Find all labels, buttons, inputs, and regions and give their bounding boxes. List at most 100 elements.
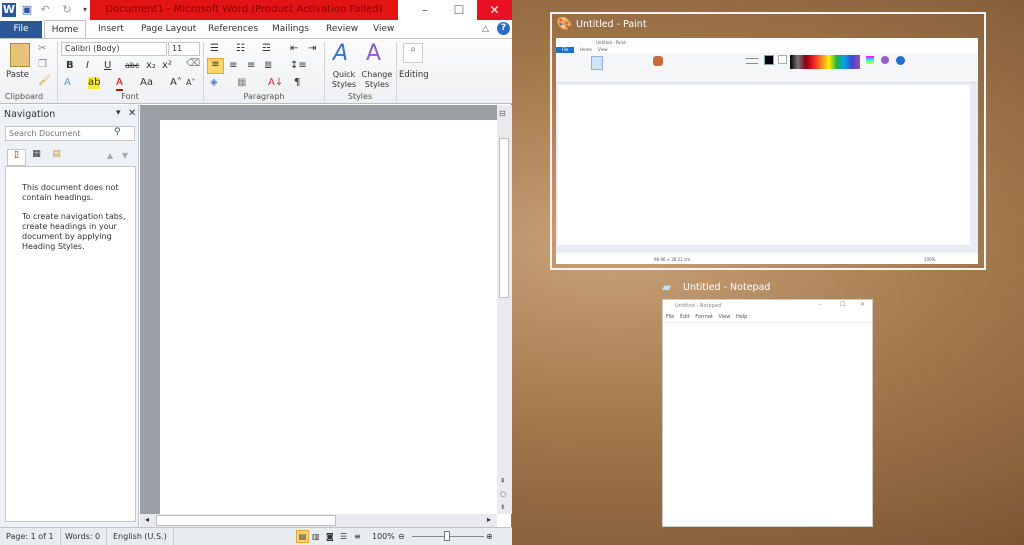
search-icon[interactable]: ⚲ — [114, 127, 121, 137]
paint3d-icon[interactable] — [881, 56, 889, 64]
save-icon[interactable]: ▣ — [20, 3, 34, 17]
tab-page-layout[interactable]: Page Layout — [141, 20, 196, 39]
notepad-menu-file[interactable]: File — [666, 314, 674, 320]
editing-button[interactable]: Editing — [399, 69, 429, 81]
draft-icon[interactable]: ≡ — [354, 528, 361, 545]
clear-formatting-icon[interactable]: ⌫ — [186, 58, 200, 70]
browse-object-icons[interactable]: ⇞ ○ ⇟ — [500, 475, 506, 514]
cut-icon[interactable]: ✂ — [38, 43, 46, 55]
undo-icon[interactable]: ↶ — [38, 3, 52, 17]
vertical-scrollbar[interactable]: ⊟ ⇞ ○ ⇟ — [497, 105, 512, 514]
find-icon[interactable]: ⌕ — [403, 43, 423, 63]
outline-icon[interactable]: ☰ — [340, 528, 347, 545]
notepad-text-area[interactable] — [663, 322, 872, 526]
horizontal-scrollbar[interactable]: ◂ ▸ — [140, 514, 497, 527]
ruler-toggle-icon[interactable]: ⊟ — [499, 109, 506, 118]
page-count[interactable]: Page: 1 of 1 — [0, 528, 61, 545]
paint-color2-swatch[interactable] — [778, 55, 787, 64]
paint-tab-view[interactable]: View — [598, 47, 608, 52]
word-count[interactable]: Words: 0 — [59, 528, 108, 545]
previous-heading-icon[interactable]: ▲ — [107, 151, 113, 160]
notepad-maximize[interactable]: ☐ — [840, 301, 845, 308]
zoom-out-icon[interactable]: ⊖ — [398, 528, 405, 545]
grow-font-icon[interactable]: A˄ — [170, 77, 182, 89]
font-color-icon[interactable]: A — [116, 77, 123, 91]
font-size-box[interactable]: 11 — [168, 42, 200, 56]
zoom-in-icon[interactable]: ⊕ — [486, 528, 493, 545]
strikethrough-button[interactable]: abc — [125, 60, 139, 72]
change-styles-button[interactable]: Change Styles — [361, 70, 393, 90]
scroll-right-icon[interactable]: ▸ — [487, 515, 491, 524]
tab-view[interactable]: View — [373, 20, 394, 39]
superscript-button[interactable]: x² — [162, 60, 172, 72]
horizontal-scroll-thumb[interactable] — [156, 515, 336, 526]
bullets-icon[interactable]: ☰ — [210, 43, 219, 55]
notepad-menu-edit[interactable]: Edit — [680, 314, 690, 320]
zoom-slider-thumb[interactable] — [444, 531, 450, 541]
align-left-button[interactable]: ≡ — [207, 58, 224, 74]
tab-file[interactable]: File — [0, 21, 42, 38]
copy-icon[interactable]: ❐ — [38, 59, 47, 71]
notepad-minimize[interactable]: – — [818, 301, 821, 308]
tab-mailings[interactable]: Mailings — [272, 20, 309, 39]
print-layout-icon[interactable]: ▤ — [296, 530, 309, 543]
change-case-icon[interactable]: Aa — [140, 77, 153, 89]
results-tab-icon[interactable]: ▤ — [47, 149, 66, 166]
paint-select-icon[interactable] — [591, 56, 603, 70]
decrease-indent-icon[interactable]: ⇤ — [290, 43, 298, 55]
next-heading-icon[interactable]: ▼ — [122, 151, 128, 160]
notepad-close[interactable]: ✕ — [860, 301, 865, 308]
pages-tab-icon[interactable]: ▦ — [27, 149, 46, 166]
paint-color-palette[interactable] — [790, 55, 860, 69]
tab-home[interactable]: Home — [44, 20, 86, 39]
subscript-button[interactable]: x₂ — [146, 60, 156, 72]
full-screen-reading-icon[interactable]: ▥ — [312, 528, 320, 545]
close-button[interactable]: ✕ — [477, 0, 512, 20]
maximize-button[interactable]: ☐ — [444, 0, 474, 20]
format-painter-icon[interactable]: 🖌 — [38, 75, 51, 87]
zoom-level[interactable]: 100% — [372, 528, 395, 545]
increase-indent-icon[interactable]: ⇥ — [308, 43, 316, 55]
close-pane-icon[interactable]: ✕ — [128, 108, 136, 119]
paste-button[interactable]: Paste — [6, 69, 29, 81]
web-layout-icon[interactable]: ◙ — [326, 528, 334, 545]
paint-color1-swatch[interactable] — [764, 55, 774, 65]
tab-insert[interactable]: Insert — [98, 20, 124, 39]
bold-button[interactable]: B — [66, 60, 74, 72]
numbering-icon[interactable]: ☷ — [236, 43, 245, 55]
headings-tab-icon[interactable]: ▯ — [7, 149, 26, 166]
change-styles-icon[interactable]: A — [366, 42, 381, 66]
sort-icon[interactable]: A↓ — [268, 77, 283, 89]
quick-styles-button[interactable]: Quick Styles — [330, 70, 358, 90]
shrink-font-icon[interactable]: A˅ — [186, 77, 195, 89]
multilevel-list-icon[interactable]: ☲ — [262, 43, 271, 55]
product-alert-icon[interactable] — [896, 56, 905, 65]
redo-icon[interactable]: ↻ — [60, 3, 74, 17]
center-button[interactable]: ≡ — [229, 60, 237, 72]
justify-button[interactable]: ≣ — [264, 60, 272, 72]
document-page[interactable] — [160, 120, 497, 514]
paint-brushes-icon[interactable] — [653, 56, 663, 66]
language[interactable]: English (U.S.) — [107, 528, 174, 545]
line-spacing-icon[interactable]: ↕≡ — [290, 60, 307, 72]
borders-icon[interactable]: ▦ — [237, 77, 246, 89]
tab-references[interactable]: References — [208, 20, 258, 39]
show-formatting-icon[interactable]: ¶ — [294, 77, 300, 89]
pane-options-icon[interactable]: ▾ — [116, 108, 121, 118]
highlight-icon[interactable]: ab — [88, 77, 101, 89]
paste-icon[interactable] — [10, 43, 30, 67]
shading-icon[interactable]: ◈ — [210, 77, 218, 89]
paint-size-icon[interactable] — [746, 58, 758, 64]
paint-window[interactable]: Untitled - Paint File Home View 98.96 × … — [556, 38, 978, 264]
minimize-button[interactable]: – — [410, 0, 440, 20]
notepad-window[interactable]: Untitled - Notepad – ☐ ✕ File Edit Forma… — [662, 299, 873, 527]
text-effects-icon[interactable]: A — [64, 77, 71, 89]
vertical-scroll-thumb[interactable] — [499, 138, 509, 298]
paint-canvas[interactable] — [558, 85, 970, 245]
paint-edit-colors-icon[interactable] — [866, 56, 874, 64]
italic-button[interactable]: I — [86, 60, 89, 72]
notepad-menu-help[interactable]: Help — [736, 314, 747, 320]
scroll-left-icon[interactable]: ◂ — [145, 515, 149, 524]
help-icon[interactable]: ? — [497, 22, 510, 35]
paint-tab-home[interactable]: Home — [580, 47, 592, 52]
